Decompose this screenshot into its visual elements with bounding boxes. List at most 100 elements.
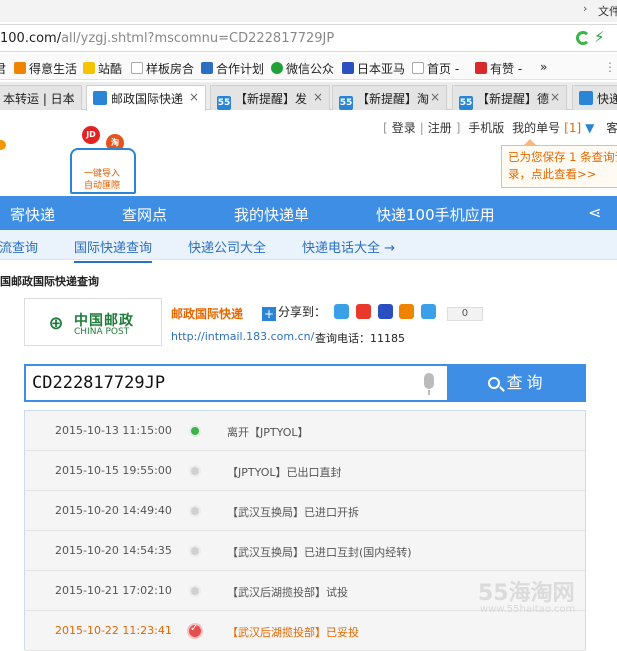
event-time: 2015-10-20 14:54:35 <box>55 544 172 557</box>
delivered-check-icon <box>187 623 203 639</box>
event-desc: 【武汉后湖揽投部】已妥投 <box>227 626 359 639</box>
company-name: 邮政国际快递 <box>171 307 244 321</box>
search-button[interactable]: 查询 <box>449 364 586 402</box>
status-dot <box>189 585 201 597</box>
browser-tab[interactable]: 55 【新提醒】淘 × <box>332 85 447 110</box>
browser-tab[interactable]: 快递 <box>572 85 617 110</box>
close-icon[interactable]: × <box>430 90 440 104</box>
file-menu[interactable]: 文件 <box>598 3 617 19</box>
dropdown-arrow-icon[interactable]: ▼ <box>585 121 594 135</box>
bookmark-item[interactable]: 日本亚马 <box>342 60 405 77</box>
renren-icon[interactable] <box>399 304 415 319</box>
browser-tab-active[interactable]: 邮政国际快递 × <box>86 85 206 111</box>
plus-icon[interactable]: + <box>262 307 276 321</box>
sub-nav: 物流查询 国际快递查询 快递公司大全 快递电话大全 → <box>0 230 617 263</box>
company-phone: 查询电话：11185 <box>315 332 405 345</box>
tab-favicon: 55 <box>339 96 353 110</box>
jd-icon: JD <box>82 126 100 144</box>
tab-favicon: 55 <box>217 96 231 110</box>
subnav-international[interactable]: 国际快递查询 <box>74 237 153 263</box>
url-text[interactable]: 100.com/all/yzgj.shtml?mscomnu=CD2228177… <box>0 31 334 46</box>
bookmark-item[interactable]: 合作计划 <box>201 60 264 77</box>
address-bar[interactable]: 100.com/all/yzgj.shtml?mscomnu=CD2228177… <box>0 24 617 52</box>
saved-records-tip[interactable]: 已为您保存 1 条查询记录，点此查看>> <box>501 139 617 188</box>
tab-favicon: 55 <box>459 96 473 110</box>
qq-icon[interactable] <box>421 304 437 319</box>
logo-en: CHINA POST <box>74 327 130 337</box>
bookmark-item[interactable]: 样板房合 <box>131 60 194 77</box>
timeline-row: 2015-10-20 14:49:40 【武汉互换局】已进口开拆 <box>25 491 585 531</box>
breadcrumb: 国邮政国际快递查询 <box>0 275 99 288</box>
share-count: 0 <box>446 307 483 321</box>
share-icon[interactable]: ⋖ <box>588 203 601 222</box>
nav-send-express[interactable]: 寄快递 <box>10 204 55 225</box>
browser-tab[interactable]: 本转运 | 日本 × <box>0 85 82 110</box>
bookmark-item[interactable]: 站酷 <box>83 60 122 77</box>
top-links: [登录|注册] 手机版 我的单号[1]▼ 客服 <box>383 119 617 136</box>
nav-my-waybills[interactable]: 我的快递单 <box>234 204 309 225</box>
close-icon[interactable]: × <box>189 90 199 104</box>
one-click-import-widget[interactable]: JD 淘 天 一键导入自动匯際 <box>70 126 136 196</box>
search-icon <box>488 377 501 389</box>
subnav-logistics[interactable]: 物流查询 <box>0 237 38 256</box>
nav-find-outlets[interactable]: 查网点 <box>122 204 167 225</box>
mobile-link[interactable]: 手机版 <box>468 121 504 135</box>
browser-tab[interactable]: 55 【新提醒】德 × <box>452 85 567 110</box>
wechat-icon <box>271 62 283 74</box>
microphone-icon[interactable] <box>424 373 434 395</box>
event-time: 2015-10-15 19:55:00 <box>55 464 172 477</box>
timeline-row-latest: 2015-10-22 11:23:41 【武汉后湖揽投部】已妥投 <box>25 611 585 651</box>
weibo-icon[interactable] <box>355 304 371 319</box>
bookmark-item[interactable]: 有赞 - <box>475 60 522 77</box>
status-dot <box>189 505 201 517</box>
logo-dot <box>0 140 6 150</box>
event-desc: 离开【JPTYOL】 <box>227 426 309 439</box>
bookmark-item[interactable]: 君 <box>0 60 6 77</box>
bookmarks-overflow[interactable]: » <box>540 60 547 74</box>
chevron-right-icon[interactable]: › <box>583 2 587 15</box>
company-url[interactable]: http://intmail.183.com.cn/ <box>171 330 314 343</box>
lightning-icon[interactable]: ⚡ <box>594 28 605 46</box>
event-time: 2015-10-22 11:23:41 <box>55 624 172 637</box>
close-icon[interactable]: × <box>550 90 560 104</box>
company-logo: ⊕ 中国邮政 CHINA POST <box>24 298 162 346</box>
browser-tab[interactable]: 55 【新提醒】发 × <box>210 85 330 110</box>
window-titlebar: › 文件 <box>0 0 617 22</box>
bookmark-item[interactable]: 微信公众 <box>271 60 334 77</box>
china-post-icon: ⊕ <box>48 313 64 334</box>
share-label: 分享到： <box>278 305 327 319</box>
subnav-phones[interactable]: 快递电话大全 → <box>302 237 395 256</box>
my-numbers-link[interactable]: 我的单号 [1] ▼ <box>512 121 598 135</box>
share-bar: + 分享到： 0 <box>262 303 483 321</box>
tracking-number-input[interactable] <box>32 371 412 395</box>
subnav-companies[interactable]: 快递公司大全 <box>188 237 266 256</box>
baidu-icon[interactable] <box>377 304 393 319</box>
bookmark-icon <box>83 62 95 74</box>
watermark: 55海淘网 <box>478 581 575 606</box>
tracking-search-box <box>24 364 449 402</box>
event-time: 2015-10-21 17:02:10 <box>55 584 172 597</box>
bookmark-item[interactable]: 得意生活 <box>14 60 77 77</box>
tab-favicon <box>93 91 107 105</box>
event-time: 2015-10-20 14:49:40 <box>55 504 172 517</box>
import-label: 一键导入自动匯際 <box>83 169 120 191</box>
page-icon <box>412 62 424 74</box>
close-icon[interactable]: × <box>313 90 323 104</box>
qzone-icon[interactable] <box>333 304 349 319</box>
main-nav: 寄快递 查网点 我的快递单 快递100手机应用 ⋖ <box>0 196 617 230</box>
close-icon[interactable]: × <box>65 90 75 104</box>
bookmark-icon <box>201 62 213 74</box>
event-desc: 【JPTYOL】已出口直封 <box>227 466 342 479</box>
refresh-icon[interactable] <box>576 31 590 45</box>
event-desc: 【武汉互换局】已进口开拆 <box>227 506 359 519</box>
bookmark-icon <box>14 62 26 74</box>
more-icon[interactable]: ⋮ <box>604 60 616 74</box>
timeline-row: 2015-10-15 19:55:00 【JPTYOL】已出口直封 <box>25 451 585 491</box>
nav-mobile-app[interactable]: 快递100手机应用 <box>376 204 495 225</box>
login-link[interactable]: 登录 <box>392 121 416 135</box>
service-link[interactable]: 客服 <box>606 121 617 135</box>
paw-icon <box>342 62 354 74</box>
register-link[interactable]: 注册 <box>428 121 452 135</box>
bookmark-item[interactable]: 首页 - <box>412 60 459 77</box>
bookmarks-bar: 君 得意生活 站酷 样板房合 合作计划 微信公众 日本亚马 首页 - 有赞 - … <box>0 54 617 80</box>
